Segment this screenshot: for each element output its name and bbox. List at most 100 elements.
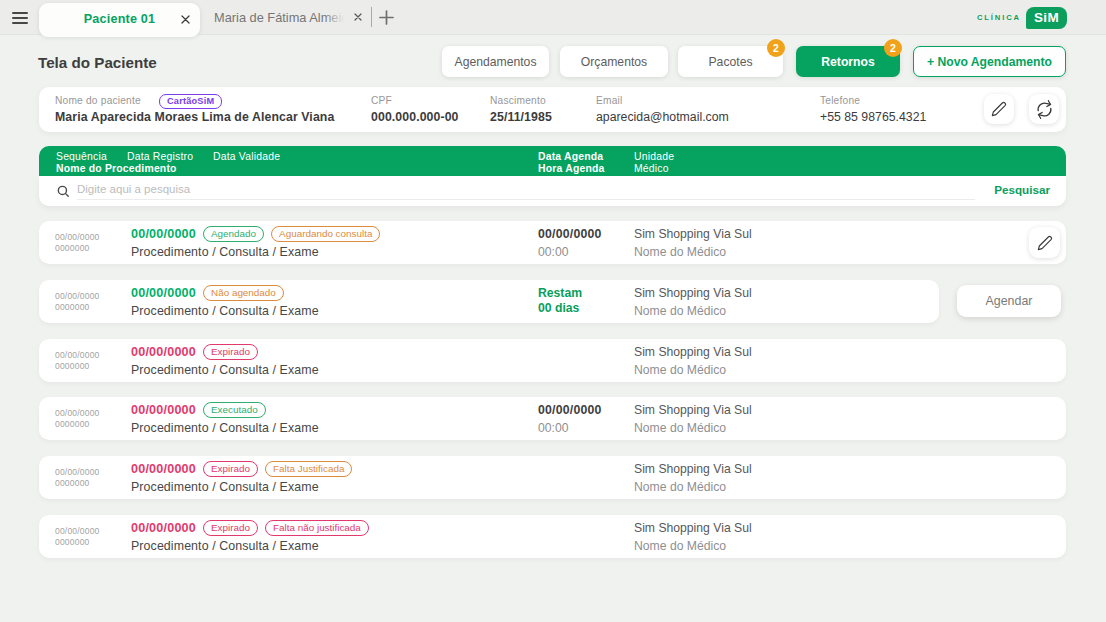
row-register-date: 00/00/0000 — [131, 462, 196, 476]
col-nome-procedimento: Nome do Procedimento — [56, 163, 177, 174]
row-agenda-date: 00/00/0000 — [538, 403, 602, 417]
pencil-icon — [1037, 235, 1053, 251]
row-procedure-name: Procedimento / Consulta / Exame — [131, 539, 319, 553]
close-icon[interactable] — [179, 13, 192, 26]
status-badge: Falta Justificada — [265, 461, 352, 477]
row-agenda-date: 00/00/0000 — [538, 227, 602, 241]
status-badge: Executado — [203, 402, 266, 418]
edit-patient-button[interactable] — [984, 94, 1014, 124]
novo-agendamento-button[interactable]: + Novo Agendamento — [913, 46, 1066, 77]
row-unit: Sim Shopping Via Sul — [634, 227, 752, 241]
retornos-button[interactable]: Retornos 2 — [796, 46, 900, 77]
app: Paciente 01 Maria de Fátima Almeid CLÍNI… — [0, 0, 1106, 622]
patient-name: Maria Aparecida Moraes Lima de Alencar V… — [55, 110, 334, 124]
col-data-validade: Data Validade — [213, 151, 280, 162]
row-sequence: 00/00/00000000000 — [55, 291, 100, 313]
table-header: Sequência Data Registro Data Validade Da… — [39, 146, 1066, 176]
col-unidade: Unidade — [634, 151, 674, 162]
row-procedure-name: Procedimento / Consulta / Exame — [131, 480, 319, 494]
status-badge: Falta não justificada — [265, 520, 369, 536]
pacotes-button[interactable]: Pacotes 2 — [678, 46, 783, 77]
pencil-icon — [991, 101, 1007, 117]
table-row: 00/00/00000000000 00/00/0000 Executado Proc… — [39, 397, 1066, 440]
col-hora-agenda: Hora Agenda — [538, 163, 604, 174]
tab-divider — [371, 7, 372, 27]
search-icon — [56, 184, 70, 198]
refresh-patient-button[interactable] — [1029, 94, 1059, 124]
agendamentos-button[interactable]: Agendamentos — [442, 46, 549, 77]
cpf-label: CPF — [371, 95, 392, 106]
email-label: Email — [596, 95, 622, 106]
phone-value: +55 85 98765.4321 — [820, 110, 926, 124]
status-badge: Não agendado — [203, 285, 284, 301]
phone-label: Telefone — [820, 95, 860, 106]
row-sequence: 00/00/00000000000 — [55, 350, 100, 372]
new-tab-plus-icon[interactable] — [378, 9, 395, 26]
logo-clinic-text: CLÍNICA — [977, 13, 1021, 22]
row-unit: Sim Shopping Via Sul — [634, 403, 752, 417]
retornos-count-badge: 2 — [884, 39, 902, 57]
row-register-date: 00/00/0000 — [131, 227, 196, 241]
row-sequence: 00/00/00000000000 — [55, 408, 100, 430]
row-doctor: Nome do Médico — [634, 245, 726, 259]
birthdate-label: Nascimento — [490, 95, 546, 106]
refresh-icon — [1032, 97, 1055, 120]
row-doctor: Nome do Médico — [634, 304, 726, 318]
row-doctor: Nome do Médico — [634, 539, 726, 553]
row-agenda-time: 00:00 — [538, 421, 569, 435]
table-row: 00/00/0000000000000/00/0000ExpiradoProce… — [39, 339, 1066, 382]
row-procedure-name: Procedimento / Consulta / Exame — [131, 304, 319, 318]
row-sequence: 00/00/00000000000 — [55, 232, 100, 254]
row-doctor: Nome do Médico — [634, 421, 726, 435]
logo-sim-box: SiM — [1026, 7, 1067, 29]
row-unit: Sim Shopping Via Sul — [634, 462, 752, 476]
row-days-remaining: Restam00 dias — [538, 286, 582, 315]
page-title: Tela do Paciente — [38, 54, 157, 71]
row-doctor: Nome do Médico — [634, 363, 726, 377]
cartao-sim-badge: CartãoSiM — [159, 94, 222, 109]
patient-info-card: Nome do paciente CartãoSiM Maria Apareci… — [39, 87, 1066, 132]
row-unit: Sim Shopping Via Sul — [634, 521, 752, 535]
top-bar: Paciente 01 Maria de Fátima Almeid CLÍNI… — [0, 0, 1106, 35]
row-agenda-time: 00:00 — [538, 245, 569, 259]
row-procedure-name: Procedimento / Consulta / Exame — [131, 245, 319, 259]
agendar-button[interactable]: Agendar — [957, 285, 1061, 317]
row-register-date: 00/00/0000 — [131, 521, 196, 535]
table-row: 00/00/00000000000 00/00/0000 Não agendado P… — [39, 280, 939, 323]
tab-maria-label[interactable]: Maria de Fátima Almeid — [214, 10, 348, 26]
table-row: 00/00/00000000000 00/00/0000 Expirado Falta… — [39, 456, 1066, 499]
row-register-date: 00/00/0000 — [131, 403, 196, 417]
col-data-registro: Data Registro — [127, 151, 193, 162]
patient-name-label: Nome do paciente — [55, 95, 141, 106]
logo-sim-text: SiM — [1034, 10, 1059, 25]
col-sequencia: Sequência — [56, 151, 107, 162]
search-input[interactable] — [77, 178, 975, 200]
pacotes-count-badge: 2 — [767, 39, 785, 57]
status-badge: Agendado — [203, 226, 264, 242]
table-row: 00/00/00000000000 00/00/0000 Expirado Falta… — [39, 515, 1066, 558]
row-procedure-name: Procedimento / Consulta / Exame — [131, 363, 319, 377]
table-row: 00/00/00000000000 00/00/0000 Agendado Aguar… — [39, 221, 1066, 264]
status-badge: Expirado — [203, 520, 258, 536]
row-procedure-name: Procedimento / Consulta / Exame — [131, 421, 319, 435]
edit-row-button[interactable] — [1029, 227, 1060, 258]
tab-paciente-01[interactable]: Paciente 01 — [39, 3, 200, 37]
birthdate-value: 25/11/1985 — [490, 110, 552, 124]
row-sequence: 00/00/00000000000 — [55, 467, 100, 489]
cpf-value: 000.000.000-00 — [371, 110, 459, 124]
row-register-date: 00/00/0000 — [131, 286, 196, 300]
orcamentos-button[interactable]: Orçamentos — [560, 46, 668, 77]
status-badge: Expirado — [203, 461, 258, 477]
col-medico: Médico — [634, 163, 669, 174]
table-search-bar: Pesquisar — [39, 176, 1066, 206]
email-value: aparecida@hotmail.com — [596, 110, 729, 124]
status-badge: Aguardando consulta — [271, 226, 380, 242]
close-icon[interactable] — [352, 11, 364, 23]
pesquisar-button[interactable]: Pesquisar — [994, 183, 1050, 196]
col-data-agenda: Data Agenda — [538, 151, 603, 162]
row-unit: Sim Shopping Via Sul — [634, 286, 752, 300]
status-badge: Expirado — [203, 344, 258, 360]
menu-icon[interactable] — [12, 12, 28, 24]
row-unit: Sim Shopping Via Sul — [634, 345, 752, 359]
row-sequence: 00/00/00000000000 — [55, 526, 100, 548]
